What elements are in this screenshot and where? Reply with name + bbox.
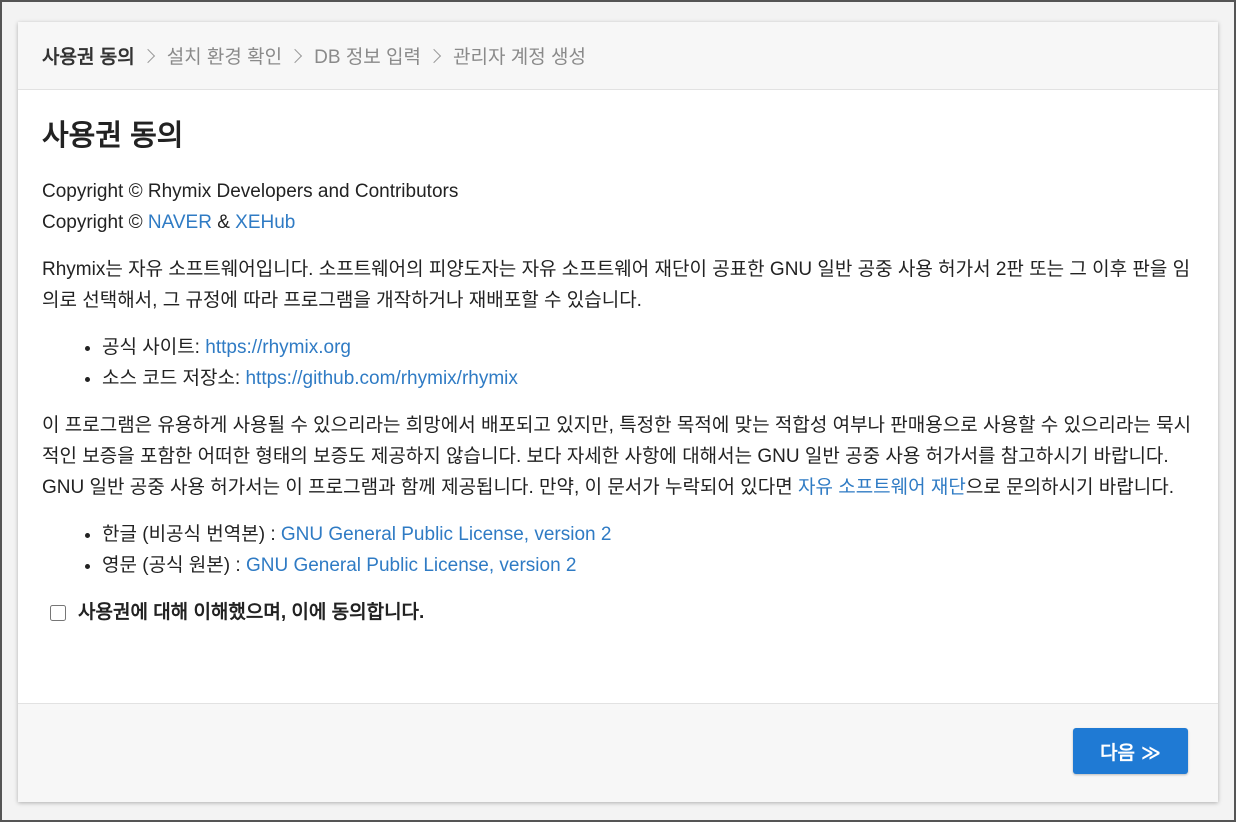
project-links-list: 공식 사이트: https://rhymix.org 소스 코드 저장소: ht…	[42, 332, 1194, 394]
source-repo-label: 소스 코드 저장소:	[102, 368, 246, 389]
fsf-link[interactable]: 자유 소프트웨어 재단	[798, 477, 966, 498]
breadcrumb-step-license: 사용권 동의	[42, 47, 135, 68]
breadcrumb-step-admin: 관리자 계정 생성	[453, 47, 586, 68]
intro-paragraph: Rhymix는 자유 소프트웨어입니다. 소프트웨어의 피양도자는 자유 소프트…	[42, 259, 1191, 311]
copyright-block: Copyright © Rhymix Developers and Contri…	[42, 176, 1194, 238]
official-site-label: 공식 사이트:	[102, 337, 206, 358]
list-item: 영문 (공식 원본) : GNU General Public License,…	[102, 550, 1194, 581]
agree-label[interactable]: 사용권에 대해 이해했으며, 이에 동의합니다.	[78, 597, 424, 628]
warranty-paragraph: 이 프로그램은 유용하게 사용될 수 있으리라는 희망에서 배포되고 있지만, …	[42, 410, 1194, 503]
agree-row[interactable]: 사용권에 대해 이해했으며, 이에 동의합니다.	[42, 597, 1194, 628]
license-content: 사용권 동의 Copyright © Rhymix Developers and…	[18, 90, 1218, 703]
license-korean-link[interactable]: GNU General Public License, version 2	[281, 524, 612, 545]
footer: 다음 ≫	[18, 703, 1218, 802]
install-panel: 사용권 동의 설치 환경 확인 DB 정보 입력 관리자 계정 생성 사용권 동…	[18, 22, 1218, 802]
double-chevron-right-icon: ≫	[1141, 742, 1161, 764]
warranty-suffix: 으로 문의하시기 바랍니다.	[965, 477, 1174, 498]
breadcrumb: 사용권 동의 설치 환경 확인 DB 정보 입력 관리자 계정 생성	[18, 22, 1218, 90]
copyright-line-1: Copyright © Rhymix Developers and Contri…	[42, 181, 459, 202]
next-button-label: 다음	[1100, 742, 1136, 764]
chevron-right-icon	[426, 48, 442, 63]
license-links-list: 한글 (비공식 번역본) : GNU General Public Licens…	[42, 519, 1194, 581]
agree-checkbox[interactable]	[50, 604, 66, 621]
naver-link[interactable]: NAVER	[148, 212, 212, 233]
license-english-link[interactable]: GNU General Public License, version 2	[246, 555, 577, 576]
copyright-ampersand: &	[211, 212, 236, 233]
list-item: 한글 (비공식 번역본) : GNU General Public Licens…	[102, 519, 1194, 550]
breadcrumb-step-environment: 설치 환경 확인	[166, 47, 283, 68]
license-korean-label: 한글 (비공식 번역본) :	[102, 524, 281, 545]
chevron-right-icon	[288, 48, 303, 63]
chevron-right-icon	[140, 48, 155, 63]
page-title: 사용권 동의	[42, 120, 184, 152]
copyright-line-2-prefix: Copyright ©	[42, 212, 148, 233]
xehub-link[interactable]: XEHub	[235, 212, 295, 233]
official-site-link[interactable]: https://rhymix.org	[205, 337, 351, 358]
next-button[interactable]: 다음 ≫	[1073, 728, 1188, 774]
list-item: 소스 코드 저장소: https://github.com/rhymix/rhy…	[102, 363, 1194, 394]
source-repo-link[interactable]: https://github.com/rhymix/rhymix	[245, 368, 517, 389]
list-item: 공식 사이트: https://rhymix.org	[102, 332, 1194, 363]
license-english-label: 영문 (공식 원본) :	[102, 555, 246, 576]
breadcrumb-step-db: DB 정보 입력	[314, 47, 422, 68]
